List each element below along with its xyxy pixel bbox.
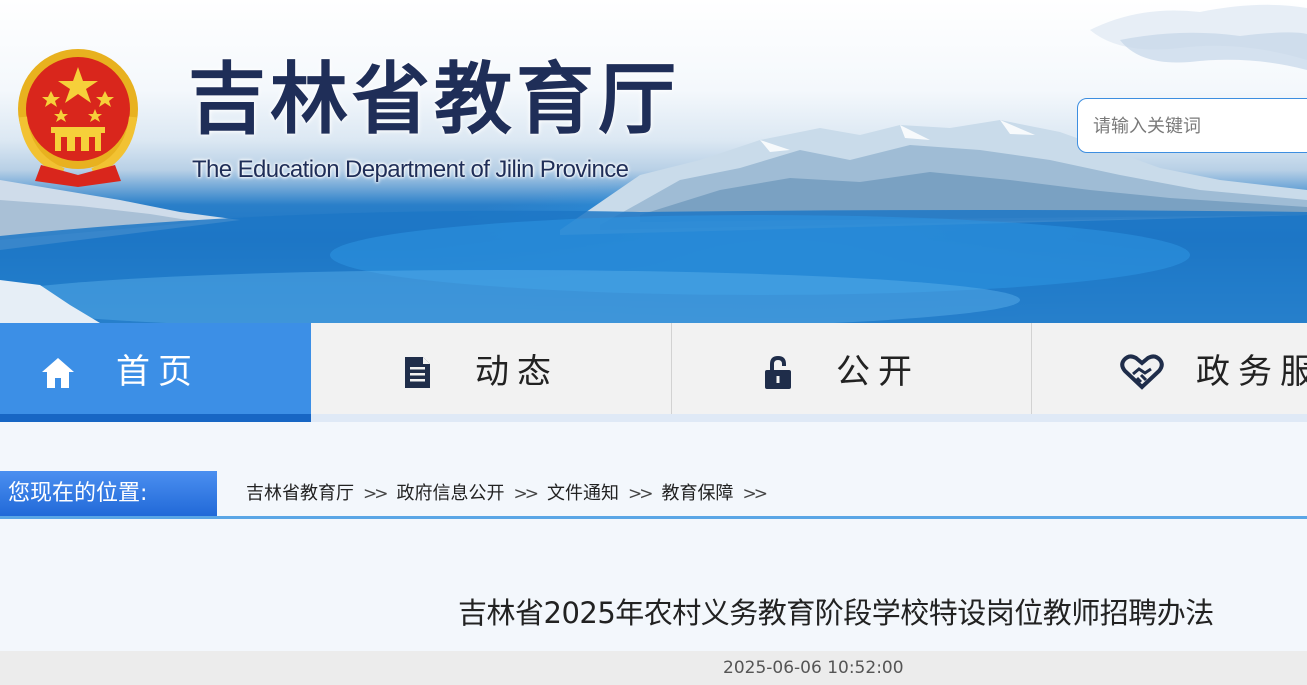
site-title: 吉林省教育厅 (188, 55, 681, 145)
national-emblem-icon (18, 49, 138, 187)
search-box[interactable] (1077, 98, 1307, 153)
nav-item-services[interactable]: 政务服务 (1032, 323, 1307, 414)
main-nav: 首页 动态 公开 政务服务 (0, 323, 1307, 422)
nav-label-home: 首页 (116, 352, 200, 392)
article-meta-bar: 2025-06-06 10:52:00 (0, 651, 1307, 685)
heart-handshake-icon (1120, 354, 1164, 390)
header-banner: 吉林省教育厅 The Education Department of Jilin… (0, 0, 1307, 323)
nav-label-news: 动态 (475, 352, 559, 392)
breadcrumb-label: 您现在的位置: (0, 471, 217, 516)
nav-label-services: 政务服务 (1196, 352, 1307, 392)
breadcrumb: 您现在的位置: 吉林省教育厅 >> 政府信息公开 >> 文件通知 >> 教育保障 >> (0, 466, 1307, 519)
document-icon (405, 357, 430, 388)
chevron-double-right-icon: >> (513, 484, 539, 504)
nav-item-disclosure[interactable]: 公开 (672, 323, 1032, 414)
breadcrumb-link[interactable]: 文件通知 (547, 483, 619, 504)
home-icon (42, 358, 74, 388)
nav-label-disclosure: 公开 (836, 352, 920, 392)
article-title: 吉林省2025年农村义务教育阶段学校特设岗位教师招聘办法 (458, 596, 1214, 630)
lock-icon (765, 356, 791, 389)
chevron-double-right-icon: >> (628, 484, 653, 504)
nav-item-news[interactable]: 动态 (311, 323, 672, 414)
breadcrumb-links: 吉林省教育厅 >> 政府信息公开 >> 文件通知 >> 教育保障 >> (246, 482, 776, 506)
site-subtitle: The Education Department of Jilin Provin… (192, 156, 629, 183)
breadcrumb-link[interactable]: 吉林省教育厅 (246, 483, 354, 504)
breadcrumb-link[interactable]: 教育保障 (662, 483, 734, 504)
search-input[interactable] (1093, 113, 1307, 139)
breadcrumb-link[interactable]: 政府信息公开 (397, 483, 505, 504)
nav-item-home[interactable]: 首页 (0, 323, 311, 422)
chevron-double-right-icon: >> (742, 484, 768, 504)
article-datetime: 2025-06-06 10:52:00 (723, 658, 904, 678)
chevron-double-right-icon: >> (363, 484, 388, 504)
